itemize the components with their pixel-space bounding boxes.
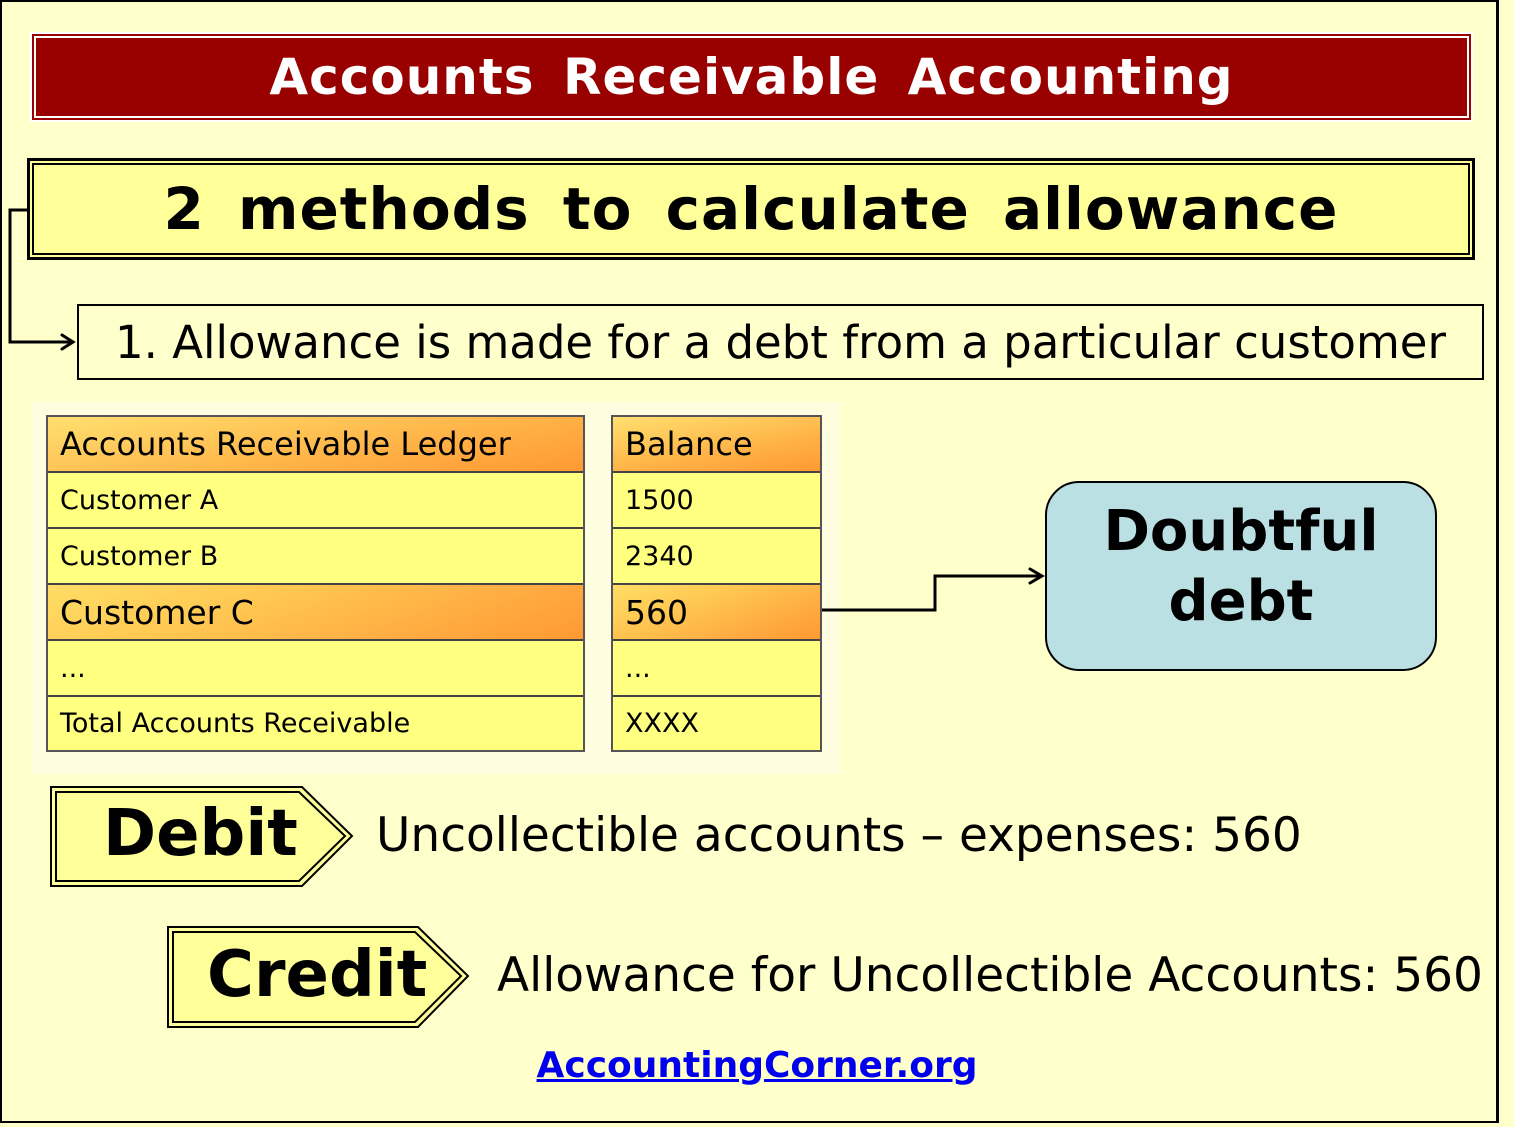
debit-entry-text: Uncollectible accounts – expenses: 560 xyxy=(376,808,1302,863)
balance-value: XXXX xyxy=(625,708,699,739)
ledger-column: Accounts Receivable Ledger Customer A Cu… xyxy=(46,415,585,752)
footer: AccountingCorner.org xyxy=(0,1045,1514,1086)
doubtful-debt-line-2: debt xyxy=(1168,569,1314,634)
balance-row-ellipsis: ... xyxy=(613,641,820,697)
method-1-box: 1. Allowance is made for a debt from a p… xyxy=(77,304,1484,380)
doubtful-debt-box: Doubtful debt xyxy=(1045,481,1437,671)
ledger-row-customer-a: Customer A xyxy=(48,473,583,529)
title-banner-border: Accounts Receivable Accounting xyxy=(32,34,1471,120)
subtitle-box: 2 methods to calculate allowance xyxy=(27,158,1475,260)
page-title: Accounts Receivable Accounting xyxy=(269,48,1234,106)
title-banner-fill: Accounts Receivable Accounting xyxy=(36,38,1467,116)
ledger-row-ellipsis: ... xyxy=(48,641,583,697)
balance-value: 1500 xyxy=(625,484,694,516)
credit-label: Credit xyxy=(207,938,428,1012)
balance-column: Balance 1500 2340 560 ... XXXX xyxy=(611,415,822,752)
balance-row-total: XXXX xyxy=(613,697,820,750)
debit-label: Debit xyxy=(103,797,298,871)
subtitle-box-inner: 2 methods to calculate allowance xyxy=(32,163,1470,255)
title-banner: Accounts Receivable Accounting xyxy=(30,32,1473,122)
credit-entry-text: Allowance for Uncollectible Accounts: 56… xyxy=(497,948,1483,1003)
ledger-row-customer-b: Customer B xyxy=(48,529,583,585)
balance-row-customer-b: 2340 xyxy=(613,529,820,585)
balance-value: ... xyxy=(625,652,651,684)
balance-value: 560 xyxy=(625,592,688,632)
balance-header-label: Balance xyxy=(625,425,753,463)
ledger-row-label: Customer B xyxy=(60,540,219,572)
ledger-row-label: Customer C xyxy=(60,592,254,632)
ledger-row-label: Customer A xyxy=(60,484,219,516)
ledger-row-label: ... xyxy=(60,652,86,684)
subtitle: 2 methods to calculate allowance xyxy=(163,175,1339,243)
ledger-row-total: Total Accounts Receivable xyxy=(48,697,583,750)
ledger-header: Accounts Receivable Ledger xyxy=(48,417,583,473)
doubtful-debt-line-1: Doubtful xyxy=(1103,499,1379,564)
accountingcorner-link[interactable]: AccountingCorner.org xyxy=(537,1045,978,1086)
ledger-row-label: Total Accounts Receivable xyxy=(60,708,411,739)
balance-row-customer-a: 1500 xyxy=(613,473,820,529)
ledger-row-customer-c: Customer C xyxy=(48,585,583,641)
ledger-header-label: Accounts Receivable Ledger xyxy=(60,425,511,463)
balance-value: 2340 xyxy=(625,540,694,572)
balance-row-customer-c: 560 xyxy=(613,585,820,641)
balance-header: Balance xyxy=(613,417,820,473)
method-1-text: 1. Allowance is made for a debt from a p… xyxy=(115,315,1446,369)
